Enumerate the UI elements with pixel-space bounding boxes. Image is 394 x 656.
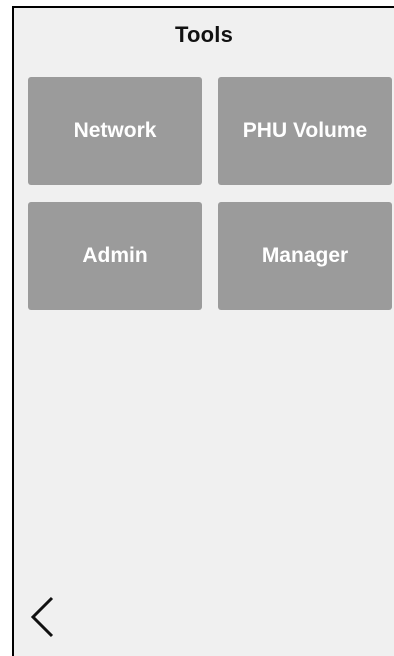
network-button-label: Network (73, 119, 157, 142)
tools-screen: Tools Network PHU Volume Admin Manager (12, 6, 394, 656)
tools-grid: Network PHU Volume Admin Manager (28, 77, 392, 310)
phu-volume-button-label: PHU Volume (242, 119, 368, 142)
back-button[interactable] (28, 594, 58, 640)
admin-button-label: Admin (82, 244, 148, 267)
network-button[interactable]: Network (28, 77, 202, 185)
chevron-left-icon (30, 596, 54, 638)
phu-volume-button[interactable]: PHU Volume (218, 77, 392, 185)
admin-button[interactable]: Admin (28, 202, 202, 310)
page-title: Tools (174, 22, 234, 47)
manager-button[interactable]: Manager (218, 202, 392, 310)
manager-button-label: Manager (261, 244, 349, 267)
